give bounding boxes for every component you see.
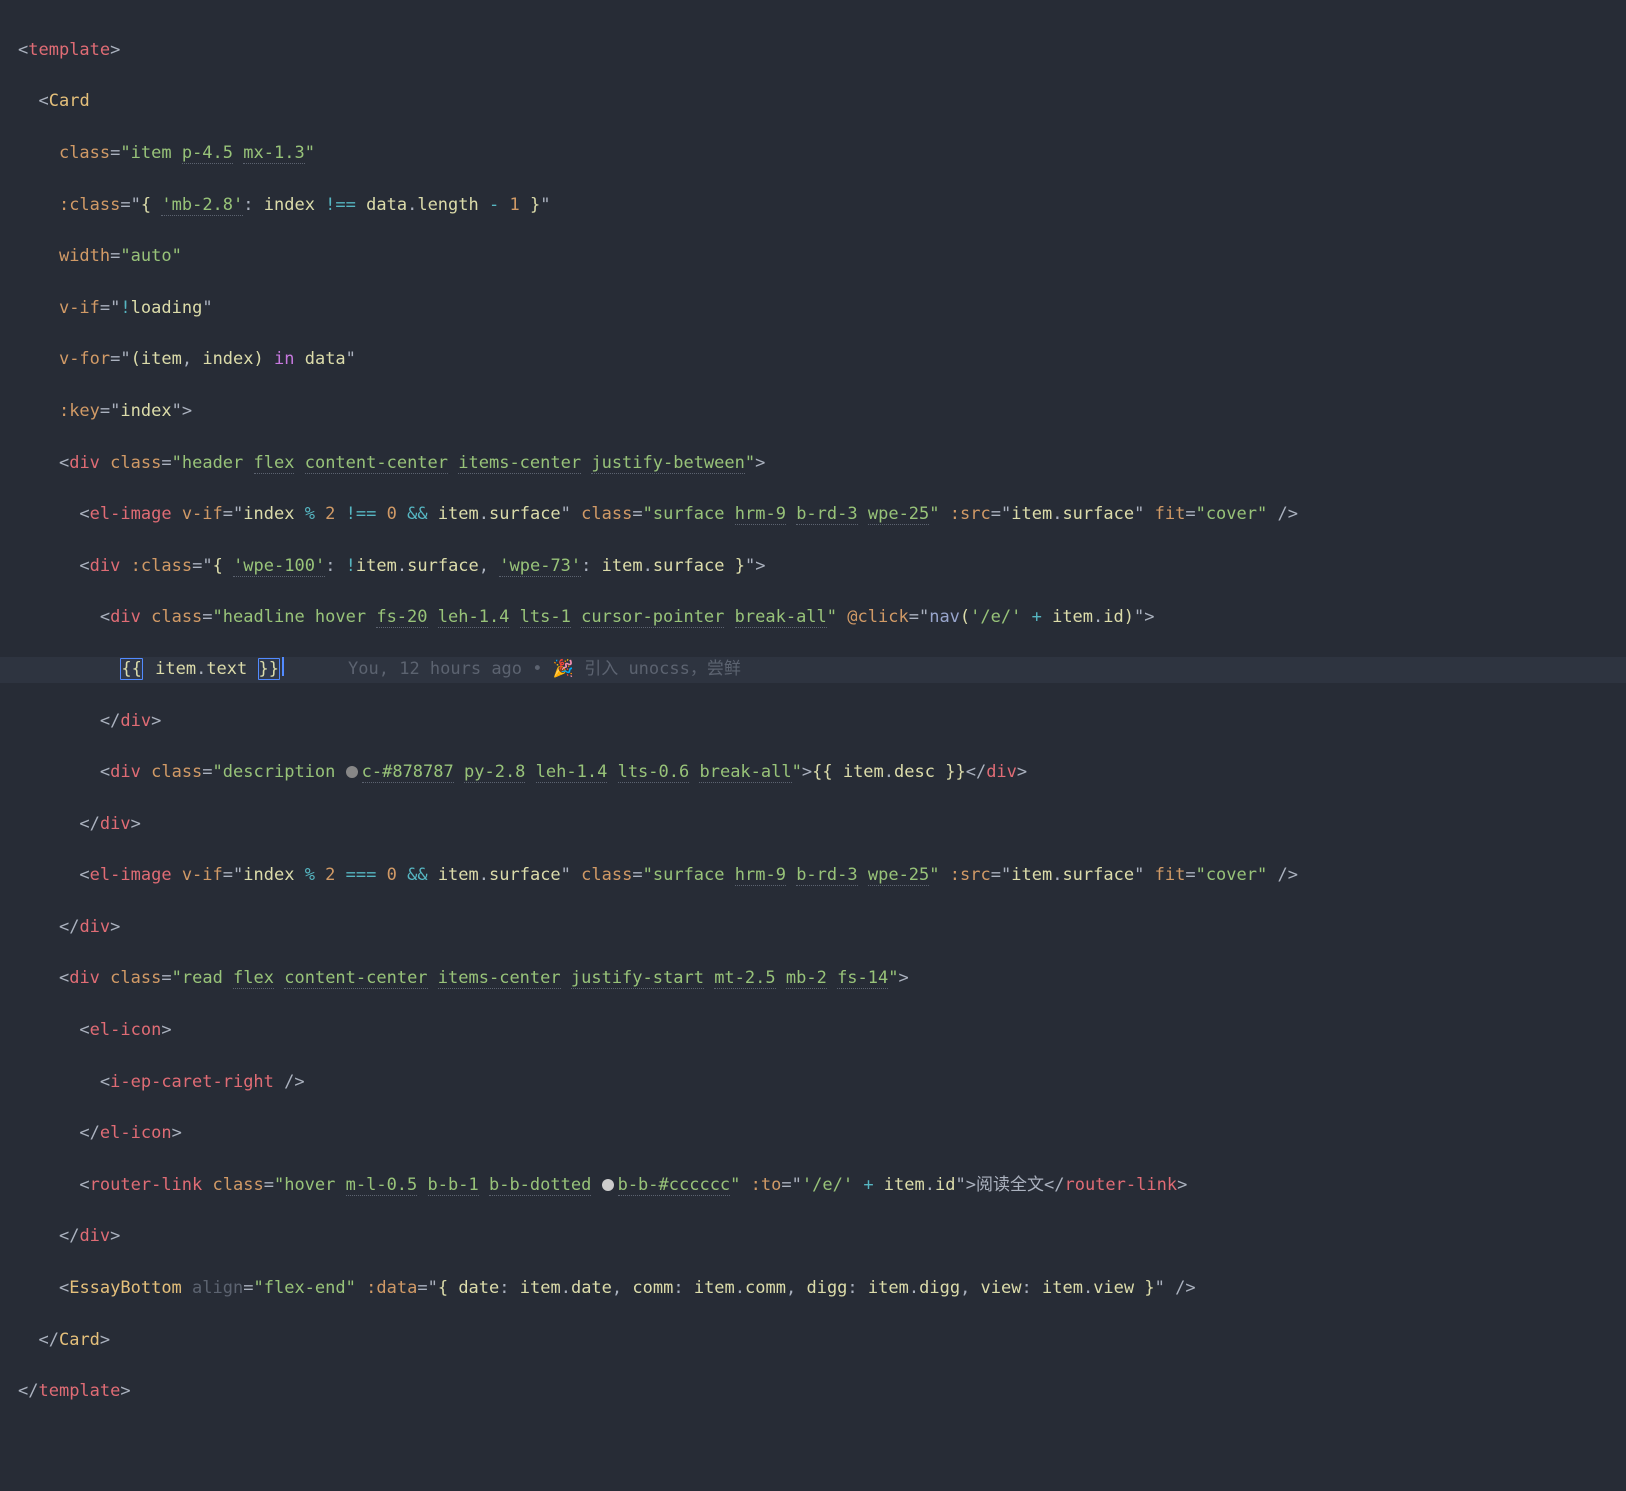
code-line: <div :class="{ 'wpe-100': !item.surface,… <box>0 554 1626 580</box>
code-line: <div class="header flex content-center i… <box>0 451 1626 477</box>
code-line: :key="index"> <box>0 399 1626 425</box>
code-line: </el-icon> <box>0 1121 1626 1147</box>
code-line: <EssayBottom align="flex-end" :data="{ d… <box>0 1276 1626 1302</box>
code-line: </div> <box>0 709 1626 735</box>
code-editor[interactable]: <template> <Card class="item p-4.5 mx-1.… <box>0 0 1626 1491</box>
code-line-active: {{ item.text }}You, 12 hours ago • 🎉 引入 … <box>0 657 1626 683</box>
code-line: width="auto" <box>0 244 1626 270</box>
code-line: <el-icon> <box>0 1018 1626 1044</box>
code-line: </div> <box>0 915 1626 941</box>
color-swatch-icon <box>602 1179 614 1191</box>
code-line: <div class="read flex content-center ite… <box>0 966 1626 992</box>
code-line: <div class="headline hover fs-20 leh-1.4… <box>0 605 1626 631</box>
code-line: class="item p-4.5 mx-1.3" <box>0 141 1626 167</box>
code-line: <el-image v-if="index % 2 !== 0 && item.… <box>0 502 1626 528</box>
code-line: <Card <box>0 89 1626 115</box>
code-line: </Card> <box>0 1328 1626 1354</box>
code-line: </div> <box>0 812 1626 838</box>
code-line: <router-link class="hover m-l-0.5 b-b-1 … <box>0 1173 1626 1199</box>
code-line: :class="{ 'mb-2.8': index !== data.lengt… <box>0 193 1626 219</box>
code-line: <template> <box>0 38 1626 64</box>
code-line: <el-image v-if="index % 2 === 0 && item.… <box>0 863 1626 889</box>
git-blame-annotation: You, 12 hours ago • 🎉 引入 unocss，尝鲜 <box>348 659 741 679</box>
code-line: </template> <box>0 1379 1626 1405</box>
party-popper-icon: 🎉 <box>553 659 574 679</box>
code-line: </div> <box>0 1224 1626 1250</box>
code-line: <i-ep-caret-right /> <box>0 1070 1626 1096</box>
color-swatch-icon <box>346 766 358 778</box>
code-line: <div class="description c-#878787 py-2.8… <box>0 760 1626 786</box>
code-line: v-for="(item, index) in data" <box>0 347 1626 373</box>
code-line: v-if="!loading" <box>0 296 1626 322</box>
text-cursor <box>282 657 284 676</box>
